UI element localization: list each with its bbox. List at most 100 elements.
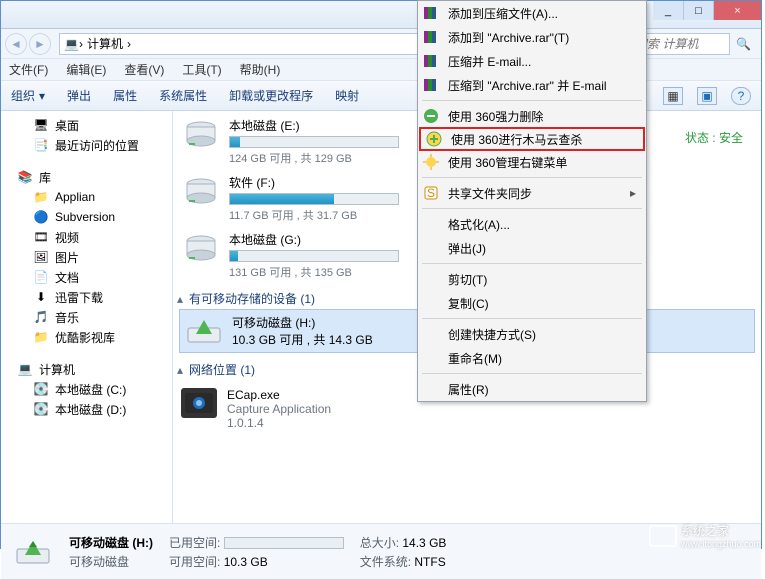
app-name: ECap.exe	[227, 388, 331, 402]
nav-library-item[interactable]: 🖼 图片	[1, 247, 172, 267]
map-drive-button[interactable]: 映射	[335, 87, 359, 104]
menu-item-label: 压缩并 E-mail...	[448, 53, 531, 70]
nav-row: ◄ ► 💻 › 计算机 › 🔍	[1, 29, 761, 59]
breadcrumb-sep: ›	[79, 37, 83, 51]
forward-button[interactable]: ►	[29, 33, 51, 55]
back-button[interactable]: ◄	[5, 33, 27, 55]
eject-button[interactable]: 弹出	[67, 87, 91, 104]
context-menu-item[interactable]: 压缩并 E-mail...	[418, 49, 646, 73]
breadcrumb-sep: ›	[127, 37, 131, 51]
nav-library-item[interactable]: 🎞视频	[1, 227, 172, 247]
toolbar: 组织▾ 弹出 属性 系统属性 卸载或更改程序 映射 ▦ ▣ ?	[1, 81, 761, 111]
capacity-bar	[229, 136, 399, 148]
capacity-text: 10.3 GB 可用 , 共 14.3 GB	[232, 331, 373, 348]
nav-item-label: 本地磁盘 (C:)	[55, 381, 126, 398]
nav-library-item[interactable]: 🎵音乐	[1, 307, 172, 327]
context-menu-item[interactable]: 使用 360进行木马云查杀	[419, 127, 645, 151]
close-button[interactable]: ×	[713, 1, 761, 20]
nav-item-label: 音乐	[55, 309, 79, 326]
picture-icon: 🖼	[33, 249, 49, 265]
context-menu-item[interactable]: 压缩到 "Archive.rar" 并 E-mail	[418, 73, 646, 97]
menu-separator	[422, 373, 642, 374]
context-menu-item[interactable]: 弹出(J)	[418, 236, 646, 260]
context-menu-item[interactable]: 创建快捷方式(S)	[418, 322, 646, 346]
context-menu-item[interactable]: S共享文件夹同步▸	[418, 181, 646, 205]
context-menu-item[interactable]: 添加到压缩文件(A)...	[418, 1, 646, 25]
nav-library-item[interactable]: 📁优酷影视库	[1, 327, 172, 347]
recent-icon: 📑	[33, 137, 49, 153]
context-menu-item[interactable]: 格式化(A)...	[418, 212, 646, 236]
capacity-bar	[229, 193, 399, 205]
nav-favorite[interactable]: 🖥桌面	[1, 115, 172, 135]
watermark-logo-icon	[649, 525, 677, 547]
menu-item-label: 复制(C)	[448, 295, 489, 312]
context-menu-item[interactable]: 使用 360管理右键菜单	[418, 150, 646, 174]
nav-item-label: 最近访问的位置	[55, 137, 139, 154]
total-label: 总大小:	[360, 536, 399, 550]
used-label: 已用空间:	[169, 536, 220, 550]
nav-library-item[interactable]: 🔵Subversion	[1, 207, 172, 227]
uninstall-button[interactable]: 卸载或更改程序	[229, 87, 313, 104]
nav-drive-item[interactable]: 💽本地磁盘 (C:)	[1, 379, 172, 399]
chevron-down-icon: ▾	[39, 89, 45, 103]
total-value: 14.3 GB	[402, 536, 446, 550]
nav-library-item[interactable]: 📄文档	[1, 267, 172, 287]
view-mode-button[interactable]: ▦	[663, 87, 683, 105]
details-title: 可移动磁盘 (H:)	[69, 534, 153, 551]
maximize-button[interactable]: □	[683, 1, 713, 20]
menu-file[interactable]: 文件(F)	[9, 61, 48, 78]
menu-edit[interactable]: 编辑(E)	[66, 61, 106, 78]
menu-separator	[422, 100, 642, 101]
preview-pane-button[interactable]: ▣	[697, 87, 717, 105]
breadcrumb-location[interactable]: 计算机	[87, 35, 123, 52]
menu-view[interactable]: 查看(V)	[124, 61, 164, 78]
nav-item-label: 图片	[55, 249, 79, 266]
watermark: 系统之家 www.itongzhuo.com	[649, 522, 761, 549]
subversion-icon: 🔵	[33, 209, 49, 225]
used-space-bar	[224, 537, 344, 549]
collapse-icon: ▴	[177, 292, 183, 306]
search-icon[interactable]: 🔍	[736, 37, 751, 51]
watermark-brand: 系统之家	[681, 522, 761, 539]
details-pane: 可移动磁盘 (H:) 可移动磁盘 已用空间: 可用空间: 10.3 GB 总大小…	[1, 523, 761, 579]
nav-library-item[interactable]: 📁Applian	[1, 187, 172, 207]
doc-icon: 📄	[33, 269, 49, 285]
organize-button[interactable]: 组织▾	[11, 87, 45, 104]
nav-item-label: 本地磁盘 (D:)	[55, 401, 126, 418]
nav-library-root[interactable]: 📚库	[1, 167, 172, 187]
blank-icon	[422, 325, 440, 343]
blank-icon	[422, 270, 440, 288]
nav-favorite[interactable]: 📑 最近访问的位置	[1, 135, 172, 155]
nav-drive-item[interactable]: 💽本地磁盘 (D:)	[1, 399, 172, 419]
menu-item-label: 重命名(M)	[448, 350, 502, 367]
details-subtitle: 可移动磁盘	[69, 553, 153, 570]
nav-item-label: 视频	[55, 229, 79, 246]
computer-icon: 💻	[17, 361, 33, 377]
context-menu-item[interactable]: 重命名(M)	[418, 346, 646, 370]
blank-icon	[422, 294, 440, 312]
minimize-button[interactable]: _	[653, 1, 683, 20]
lib-icon: 📚	[17, 169, 33, 185]
avail-label: 可用空间:	[169, 555, 220, 569]
context-menu[interactable]: 添加到压缩文件(A)...添加到 "Archive.rar"(T) 压缩并 E-m…	[417, 0, 647, 402]
menu-item-label: 共享文件夹同步	[448, 185, 532, 202]
system-properties-button[interactable]: 系统属性	[159, 87, 207, 104]
nav-library-item[interactable]: ⬇迅雷下载	[1, 287, 172, 307]
drive-icon	[181, 231, 221, 267]
context-menu-item[interactable]: 复制(C)	[418, 291, 646, 315]
help-button[interactable]: ?	[731, 87, 751, 105]
nav-computer-root[interactable]: 💻计算机	[1, 359, 172, 379]
menu-help[interactable]: 帮助(H)	[240, 61, 281, 78]
removable-drive-icon	[184, 314, 224, 348]
context-menu-item[interactable]: 添加到 "Archive.rar"(T)	[418, 25, 646, 49]
menu-separator	[422, 318, 642, 319]
nav-item-label: 桌面	[55, 117, 79, 134]
properties-button[interactable]: 属性	[113, 87, 137, 104]
context-menu-item[interactable]: 剪切(T)	[418, 267, 646, 291]
status-label: 状态 :	[685, 131, 716, 145]
drive-icon	[181, 117, 221, 153]
youku-icon: 📁	[33, 329, 49, 345]
context-menu-item[interactable]: 属性(R)	[418, 377, 646, 401]
menu-tools[interactable]: 工具(T)	[182, 61, 221, 78]
context-menu-item[interactable]: 使用 360强力删除	[418, 104, 646, 128]
